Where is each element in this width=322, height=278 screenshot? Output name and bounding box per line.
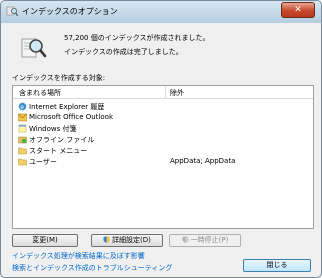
modify-button[interactable]: 変更(M) — [12, 234, 78, 247]
pause-button-label: 一時停止(P) — [190, 236, 229, 244]
column-divider[interactable] — [165, 86, 166, 98]
window-title: インデックスのオプション — [22, 7, 118, 16]
advanced-button-label: 詳細設定(D) — [112, 236, 151, 244]
folder-icon — [18, 147, 27, 155]
list-item[interactable]: Windows 付箋 — [13, 123, 313, 134]
list-item[interactable]: オフライン ファイル — [13, 134, 313, 145]
column-header-included[interactable]: 含まれる場所 — [19, 88, 61, 98]
location-name: Windows 付箋 — [29, 125, 77, 133]
location-name: ユーザー — [29, 158, 57, 166]
index-locations-label: インデックスを作成する対象: — [12, 74, 106, 82]
pause-button[interactable]: 一時停止(P) — [169, 234, 241, 247]
close-x-icon: ✕ — [294, 5, 302, 15]
location-exclude: AppData; AppData — [170, 157, 236, 165]
list-header: 含まれる場所 除外 — [13, 86, 313, 99]
location-name: Internet Explorer 履歴 — [29, 103, 105, 111]
uac-shield-icon — [182, 236, 189, 243]
indexed-count-text: 57,200 個のインデックスが作成されました。 — [64, 34, 210, 42]
outlook-icon — [18, 113, 27, 122]
sticky-notes-icon — [18, 124, 27, 133]
location-name: Microsoft Office Outlook — [29, 113, 113, 121]
troubleshoot-link[interactable]: 検索とインデックス作成のトラブルシューティング — [12, 263, 172, 273]
close-button-label: 閉じる — [266, 261, 288, 269]
advanced-button[interactable]: 詳細設定(D) — [91, 234, 163, 247]
indexing-status-icon — [21, 38, 47, 58]
indexing-effect-link[interactable]: インデックス処理が検索結果に及ぼす影響 — [12, 251, 145, 261]
ie-history-icon: e — [18, 102, 27, 111]
modify-button-label: 変更(M) — [32, 236, 58, 244]
list-item[interactable]: Microsoft Office Outlook — [13, 112, 313, 123]
locations-list[interactable]: 含まれる場所 除外 e Internet Explorer 履歴 Microso… — [12, 85, 314, 229]
indexing-options-window: インデックスのオプション ✕ 57,200 個のインデックスが作成されました。 … — [0, 0, 322, 278]
location-name: オフライン ファイル — [29, 136, 95, 144]
window-close-button[interactable]: ✕ — [281, 2, 315, 18]
list-item[interactable]: スタート メニュー — [13, 145, 313, 156]
list-item[interactable]: e Internet Explorer 履歴 — [13, 101, 313, 112]
indexing-complete-text: インデックスの作成は完了しました。 — [64, 48, 183, 56]
dialog-body: 57,200 個のインデックスが作成されました。 インデックスの作成は完了しまし… — [7, 23, 315, 273]
offline-files-icon — [18, 136, 27, 144]
title-bar[interactable]: インデックスのオプション ✕ — [1, 1, 321, 21]
column-header-excluded[interactable]: 除外 — [170, 88, 184, 98]
location-name: スタート メニュー — [29, 147, 88, 155]
close-button[interactable]: 閉じる — [243, 259, 311, 272]
list-item[interactable]: ユーザー AppData; AppData — [13, 156, 313, 167]
svg-text:e: e — [20, 104, 24, 111]
indexing-options-icon — [6, 6, 18, 17]
folder-icon — [18, 158, 27, 166]
uac-shield-icon — [103, 236, 110, 243]
